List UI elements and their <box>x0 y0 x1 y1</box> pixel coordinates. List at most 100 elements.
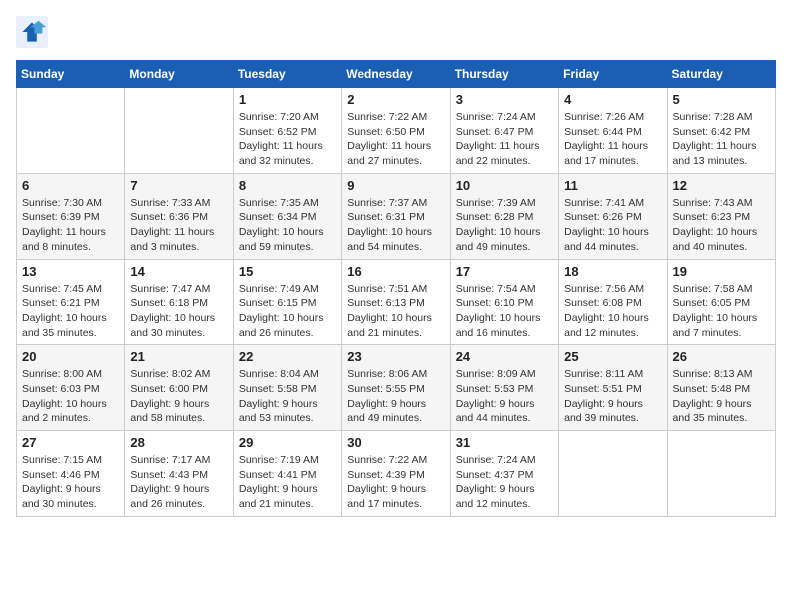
calendar-cell: 20 Sunrise: 8:00 AM Sunset: 6:03 PM Dayli… <box>17 345 125 431</box>
day-detail: Sunrise: 7:24 AM Sunset: 4:37 PM Dayligh… <box>456 453 553 512</box>
day-detail: Sunrise: 7:19 AM Sunset: 4:41 PM Dayligh… <box>239 453 336 512</box>
day-number: 19 <box>673 264 770 279</box>
page-header <box>16 16 776 48</box>
calendar-cell: 25Sunrise: 8:11 AM Sunset: 5:51 PM Dayli… <box>559 345 667 431</box>
day-number: 15 <box>239 264 336 279</box>
calendar-week-row: 20 Sunrise: 8:00 AM Sunset: 6:03 PM Dayli… <box>17 345 776 431</box>
logo-icon <box>16 16 48 48</box>
calendar-cell: 19 Sunrise: 7:58 AM Sunset: 6:05 PM Dayli… <box>667 259 775 345</box>
day-detail: Sunrise: 7:17 AM Sunset: 4:43 PM Dayligh… <box>130 453 227 512</box>
weekday-header: Wednesday <box>342 61 450 88</box>
day-number: 12 <box>673 178 770 193</box>
day-number: 11 <box>564 178 661 193</box>
day-number: 1 <box>239 92 336 107</box>
weekday-header: Tuesday <box>233 61 341 88</box>
day-detail: Sunrise: 7:58 AM Sunset: 6:05 PM Dayligh… <box>673 282 770 341</box>
day-detail: Sunrise: 8:00 AM Sunset: 6:03 PM Dayligh… <box>22 367 119 426</box>
day-detail: Sunrise: 8:06 AM Sunset: 5:55 PM Dayligh… <box>347 367 444 426</box>
day-number: 16 <box>347 264 444 279</box>
day-number: 8 <box>239 178 336 193</box>
day-number: 20 <box>22 349 119 364</box>
day-number: 18 <box>564 264 661 279</box>
day-number: 23 <box>347 349 444 364</box>
calendar-cell <box>559 431 667 517</box>
day-detail: Sunrise: 7:33 AM Sunset: 6:36 PM Dayligh… <box>130 196 227 255</box>
calendar-cell: 16 Sunrise: 7:51 AM Sunset: 6:13 PM Dayli… <box>342 259 450 345</box>
calendar-cell: 2Sunrise: 7:22 AM Sunset: 6:50 PM Daylig… <box>342 88 450 174</box>
logo <box>16 16 54 48</box>
day-number: 25 <box>564 349 661 364</box>
day-number: 13 <box>22 264 119 279</box>
calendar-cell: 6 Sunrise: 7:30 AM Sunset: 6:39 PM Daylig… <box>17 173 125 259</box>
day-number: 6 <box>22 178 119 193</box>
day-detail: Sunrise: 7:39 AM Sunset: 6:28 PM Dayligh… <box>456 196 553 255</box>
calendar-cell: 13 Sunrise: 7:45 AM Sunset: 6:21 PM Dayli… <box>17 259 125 345</box>
calendar-cell: 17Sunrise: 7:54 AM Sunset: 6:10 PM Dayli… <box>450 259 558 345</box>
day-detail: Sunrise: 7:41 AM Sunset: 6:26 PM Dayligh… <box>564 196 661 255</box>
day-detail: Sunrise: 8:04 AM Sunset: 5:58 PM Dayligh… <box>239 367 336 426</box>
day-number: 26 <box>673 349 770 364</box>
calendar-cell: 22Sunrise: 8:04 AM Sunset: 5:58 PM Dayli… <box>233 345 341 431</box>
weekday-header: Saturday <box>667 61 775 88</box>
calendar-cell: 21 Sunrise: 8:02 AM Sunset: 6:00 PM Dayli… <box>125 345 233 431</box>
calendar-cell: 18 Sunrise: 7:56 AM Sunset: 6:08 PM Dayli… <box>559 259 667 345</box>
day-detail: Sunrise: 7:49 AM Sunset: 6:15 PM Dayligh… <box>239 282 336 341</box>
day-number: 4 <box>564 92 661 107</box>
calendar-cell: 9 Sunrise: 7:37 AM Sunset: 6:31 PM Daylig… <box>342 173 450 259</box>
calendar-cell: 5 Sunrise: 7:28 AM Sunset: 6:42 PM Daylig… <box>667 88 775 174</box>
calendar-week-row: 27 Sunrise: 7:15 AM Sunset: 4:46 PM Dayli… <box>17 431 776 517</box>
calendar-cell: 8Sunrise: 7:35 AM Sunset: 6:34 PM Daylig… <box>233 173 341 259</box>
calendar-table: SundayMondayTuesdayWednesdayThursdayFrid… <box>16 60 776 517</box>
day-number: 27 <box>22 435 119 450</box>
weekday-header: Thursday <box>450 61 558 88</box>
day-number: 28 <box>130 435 227 450</box>
calendar-cell: 12 Sunrise: 7:43 AM Sunset: 6:23 PM Dayli… <box>667 173 775 259</box>
day-number: 29 <box>239 435 336 450</box>
day-number: 30 <box>347 435 444 450</box>
calendar-week-row: 13 Sunrise: 7:45 AM Sunset: 6:21 PM Dayli… <box>17 259 776 345</box>
calendar-cell: 11 Sunrise: 7:41 AM Sunset: 6:26 PM Dayli… <box>559 173 667 259</box>
day-detail: Sunrise: 7:45 AM Sunset: 6:21 PM Dayligh… <box>22 282 119 341</box>
day-number: 9 <box>347 178 444 193</box>
calendar-cell: 4 Sunrise: 7:26 AM Sunset: 6:44 PM Daylig… <box>559 88 667 174</box>
day-detail: Sunrise: 7:22 AM Sunset: 4:39 PM Dayligh… <box>347 453 444 512</box>
day-detail: Sunrise: 7:30 AM Sunset: 6:39 PM Dayligh… <box>22 196 119 255</box>
day-detail: Sunrise: 7:47 AM Sunset: 6:18 PM Dayligh… <box>130 282 227 341</box>
day-detail: Sunrise: 7:28 AM Sunset: 6:42 PM Dayligh… <box>673 110 770 169</box>
day-detail: Sunrise: 7:15 AM Sunset: 4:46 PM Dayligh… <box>22 453 119 512</box>
calendar-cell: 7 Sunrise: 7:33 AM Sunset: 6:36 PM Daylig… <box>125 173 233 259</box>
day-number: 3 <box>456 92 553 107</box>
day-detail: Sunrise: 7:51 AM Sunset: 6:13 PM Dayligh… <box>347 282 444 341</box>
day-number: 7 <box>130 178 227 193</box>
calendar-cell: 26 Sunrise: 8:13 AM Sunset: 5:48 PM Dayli… <box>667 345 775 431</box>
day-detail: Sunrise: 7:20 AM Sunset: 6:52 PM Dayligh… <box>239 110 336 169</box>
day-detail: Sunrise: 7:26 AM Sunset: 6:44 PM Dayligh… <box>564 110 661 169</box>
calendar-cell: 15 Sunrise: 7:49 AM Sunset: 6:15 PM Dayli… <box>233 259 341 345</box>
calendar-cell: 14 Sunrise: 7:47 AM Sunset: 6:18 PM Dayli… <box>125 259 233 345</box>
day-detail: Sunrise: 7:24 AM Sunset: 6:47 PM Dayligh… <box>456 110 553 169</box>
day-detail: Sunrise: 7:43 AM Sunset: 6:23 PM Dayligh… <box>673 196 770 255</box>
calendar-cell: 28 Sunrise: 7:17 AM Sunset: 4:43 PM Dayli… <box>125 431 233 517</box>
day-number: 5 <box>673 92 770 107</box>
day-detail: Sunrise: 7:22 AM Sunset: 6:50 PM Dayligh… <box>347 110 444 169</box>
calendar-week-row: 1 Sunrise: 7:20 AM Sunset: 6:52 PM Daylig… <box>17 88 776 174</box>
weekday-header: Monday <box>125 61 233 88</box>
day-number: 21 <box>130 349 227 364</box>
day-detail: Sunrise: 8:02 AM Sunset: 6:00 PM Dayligh… <box>130 367 227 426</box>
weekday-header: Friday <box>559 61 667 88</box>
calendar-cell: 3 Sunrise: 7:24 AM Sunset: 6:47 PM Daylig… <box>450 88 558 174</box>
day-detail: Sunrise: 8:13 AM Sunset: 5:48 PM Dayligh… <box>673 367 770 426</box>
calendar-header-row: SundayMondayTuesdayWednesdayThursdayFrid… <box>17 61 776 88</box>
day-number: 14 <box>130 264 227 279</box>
day-number: 10 <box>456 178 553 193</box>
calendar-cell: 1 Sunrise: 7:20 AM Sunset: 6:52 PM Daylig… <box>233 88 341 174</box>
calendar-cell: 30 Sunrise: 7:22 AM Sunset: 4:39 PM Dayli… <box>342 431 450 517</box>
day-detail: Sunrise: 7:37 AM Sunset: 6:31 PM Dayligh… <box>347 196 444 255</box>
calendar-cell: 10 Sunrise: 7:39 AM Sunset: 6:28 PM Dayli… <box>450 173 558 259</box>
day-number: 31 <box>456 435 553 450</box>
day-detail: Sunrise: 7:54 AM Sunset: 6:10 PM Dayligh… <box>456 282 553 341</box>
calendar-cell <box>667 431 775 517</box>
day-detail: Sunrise: 7:56 AM Sunset: 6:08 PM Dayligh… <box>564 282 661 341</box>
calendar-cell: 24Sunrise: 8:09 AM Sunset: 5:53 PM Dayli… <box>450 345 558 431</box>
calendar-week-row: 6 Sunrise: 7:30 AM Sunset: 6:39 PM Daylig… <box>17 173 776 259</box>
